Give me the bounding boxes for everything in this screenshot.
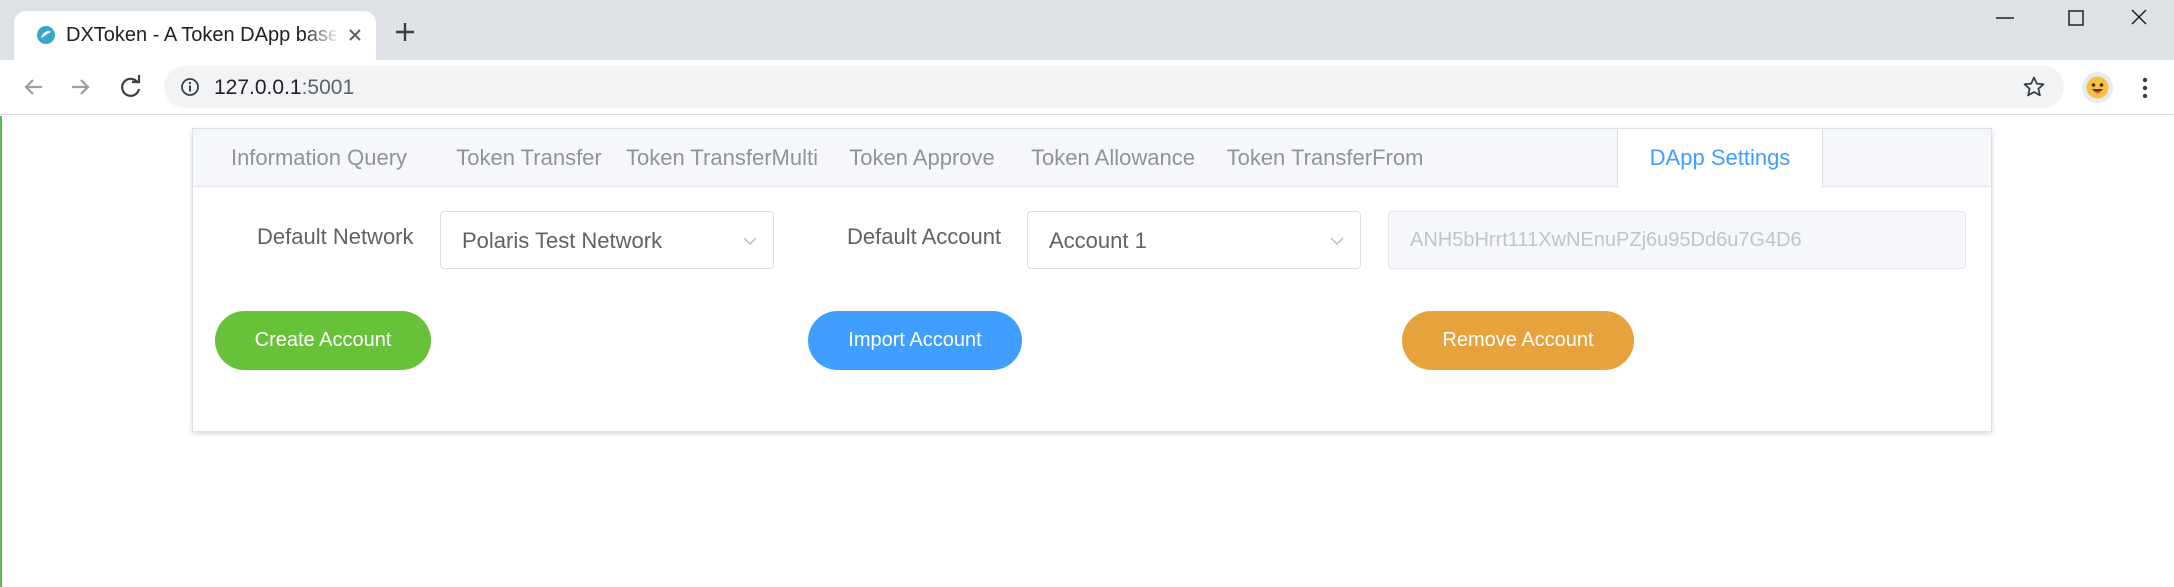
tab-token-transfermulti[interactable]: Token TransferMulti — [613, 129, 831, 187]
bookmark-star-icon[interactable] — [2022, 75, 2046, 99]
site-info-icon[interactable] — [180, 77, 200, 97]
default-account-label: Default Account — [847, 224, 1002, 249]
import-account-button[interactable]: Import Account — [808, 311, 1022, 370]
tab-token-approve[interactable]: Token Approve — [831, 129, 1013, 187]
account-address-value: ANH5bHrrt111XwNEnuPZj6u95Dd6u7G4D6 — [1410, 229, 1802, 251]
default-network-select[interactable]: Polaris Test Network — [440, 211, 774, 269]
default-account-select[interactable]: Account 1 — [1027, 211, 1361, 269]
browser-tab-title: DXToken - A Token DApp based on NEO — [66, 24, 336, 46]
forward-icon[interactable] — [66, 72, 96, 102]
chevron-down-icon — [743, 237, 757, 246]
url-text: 127.0.0.1:5001 — [214, 76, 354, 100]
tab-information-query[interactable]: Information Query — [193, 129, 445, 187]
browser-menu-icon[interactable] — [2132, 74, 2158, 102]
default-network-label: Default Network — [257, 224, 414, 249]
maximize-icon[interactable] — [2040, 0, 2110, 40]
favicon-icon — [37, 26, 55, 44]
tab-dapp-settings[interactable]: DApp Settings — [1617, 129, 1823, 188]
tab-title-fade — [304, 19, 340, 51]
create-account-button[interactable]: Create Account — [215, 311, 431, 370]
browser-tab[interactable]: DXToken - A Token DApp based on NEO — [14, 11, 376, 60]
browser-tab-strip: DXToken - A Token DApp based on NEO — [0, 0, 2174, 60]
tab-token-allowance[interactable]: Token Allowance — [1013, 129, 1213, 187]
url-port: :5001 — [301, 76, 355, 99]
chevron-down-icon — [1330, 237, 1344, 246]
account-address-field: ANH5bHrrt111XwNEnuPZj6u95Dd6u7G4D6 — [1388, 211, 1966, 269]
page-content: Information Query Token Transfer Token T… — [0, 116, 2174, 587]
tab-token-transferfrom[interactable]: Token TransferFrom — [1213, 129, 1437, 187]
back-icon[interactable] — [18, 72, 48, 102]
browser-toolbar: 127.0.0.1:5001 — [0, 60, 2174, 115]
profile-avatar-icon[interactable] — [2082, 72, 2113, 103]
address-bar[interactable]: 127.0.0.1:5001 — [164, 66, 2064, 108]
close-tab-icon[interactable] — [344, 24, 366, 46]
url-host: 127.0.0.1 — [214, 76, 302, 99]
minimize-icon[interactable] — [1970, 0, 2040, 40]
remove-account-button[interactable]: Remove Account — [1402, 311, 1634, 370]
emoji-face-icon — [2086, 76, 2109, 99]
default-account-value: Account 1 — [1049, 228, 1147, 253]
new-tab-icon[interactable] — [390, 17, 420, 47]
tabs-card: Information Query Token Transfer Token T… — [192, 128, 1992, 432]
tabs-header: Information Query Token Transfer Token T… — [193, 129, 1991, 188]
window-close-icon[interactable] — [2104, 0, 2174, 40]
default-network-value: Polaris Test Network — [462, 228, 663, 253]
reload-icon[interactable] — [116, 72, 146, 102]
tab-token-transfer[interactable]: Token Transfer — [445, 129, 613, 187]
